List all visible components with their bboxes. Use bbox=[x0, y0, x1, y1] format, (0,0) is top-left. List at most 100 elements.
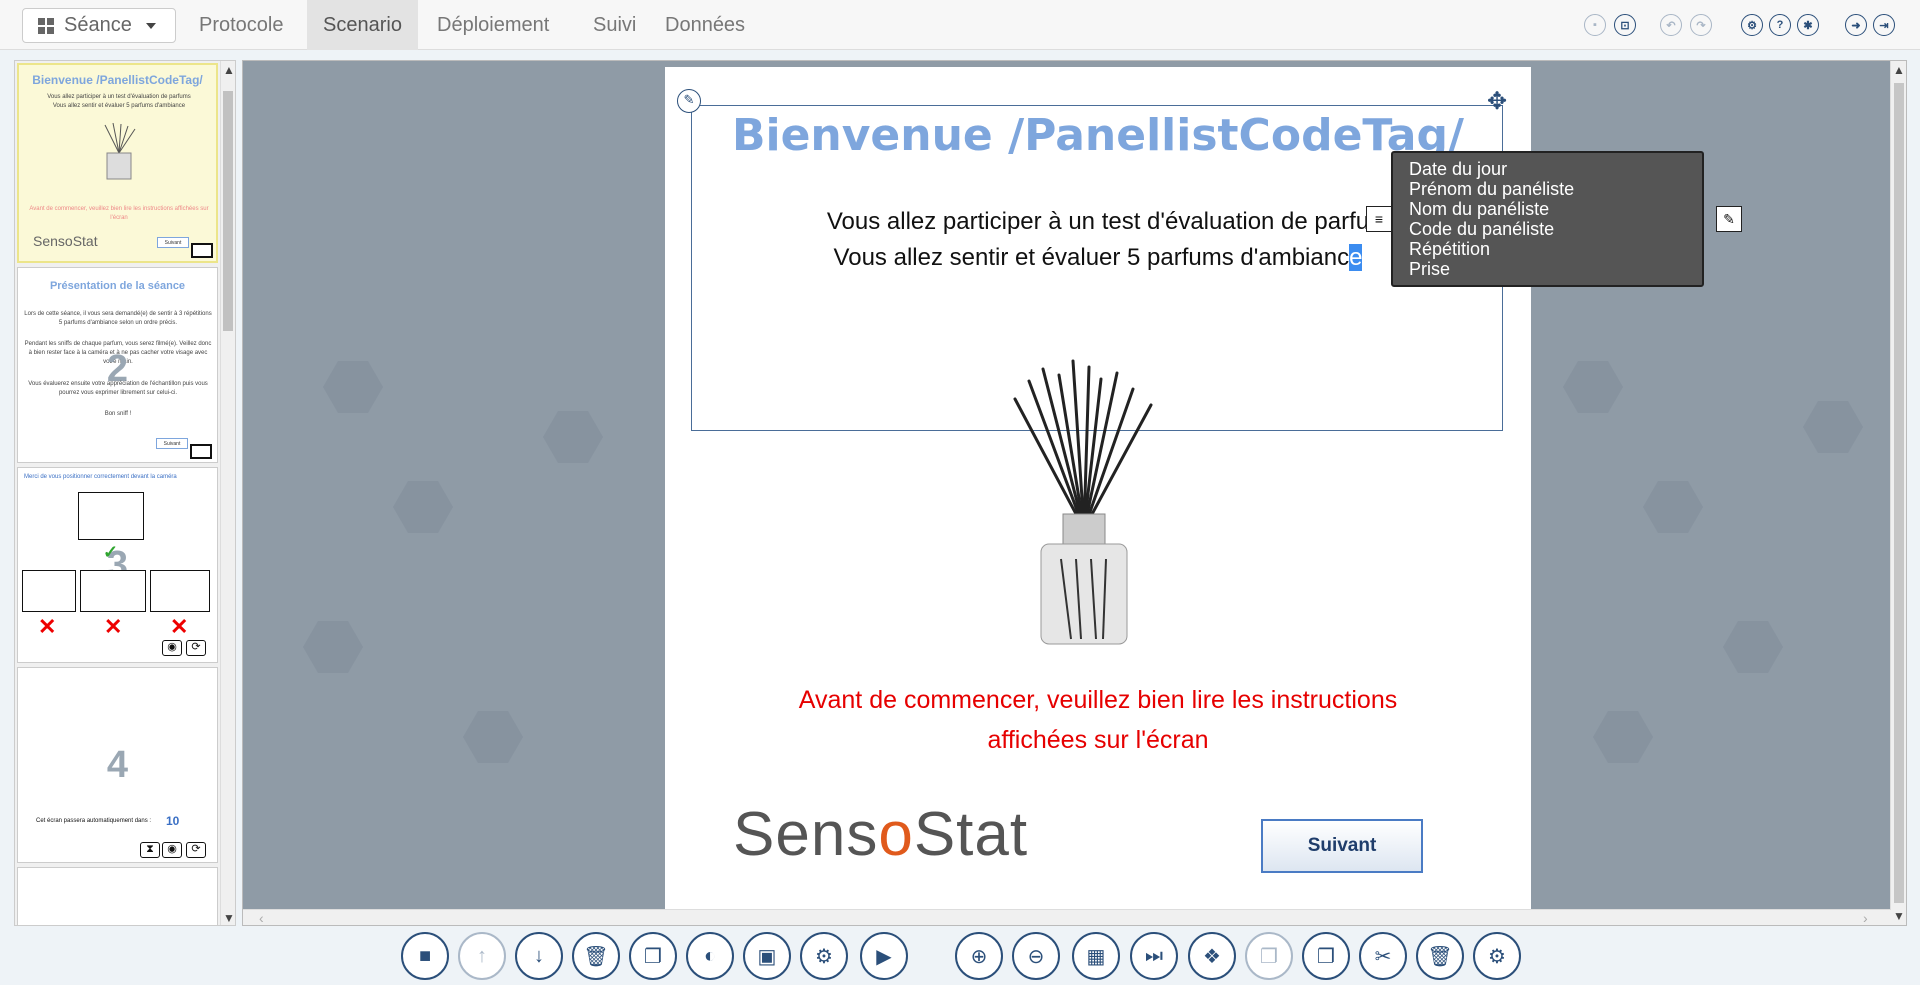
unlock-icon[interactable]: ⊡ bbox=[1614, 14, 1636, 36]
eye-icon[interactable]: ◉ bbox=[162, 842, 182, 858]
edit-icon[interactable]: ✎ bbox=[1716, 206, 1742, 232]
thumb1-title: Bienvenue /PanellistCodeTag/ bbox=[32, 73, 203, 87]
thumb1-button: Suivant bbox=[157, 237, 189, 248]
tab-protocole[interactable]: Protocole bbox=[183, 0, 300, 50]
align-icon[interactable]: ≡ bbox=[1366, 206, 1392, 232]
settings-icon[interactable]: ⚙ bbox=[1473, 932, 1521, 980]
tab-suivi[interactable]: Suivi bbox=[577, 0, 652, 50]
help-icon[interactable]: ? bbox=[1769, 14, 1791, 36]
thumb1-line1: Vous allez participer à un test d'évalua… bbox=[47, 94, 191, 100]
chevron-up-icon[interactable]: ▲ bbox=[223, 63, 235, 77]
face-correct-image bbox=[78, 492, 144, 540]
grid-icon[interactable]: ▦ bbox=[1072, 932, 1120, 980]
check-icon: ✓ bbox=[103, 542, 119, 562]
top-navbar: Séance Protocole Scenario Déploiement Su… bbox=[0, 0, 1920, 50]
edit-icon[interactable]: ✎ bbox=[677, 89, 701, 113]
chevron-up-icon[interactable]: ▲ bbox=[1893, 63, 1905, 77]
tab-deploiement[interactable]: Déploiement bbox=[421, 0, 565, 50]
thumb4-text: Cet écran passera automatiquement dans : bbox=[36, 818, 152, 824]
background-hexagon bbox=[1723, 621, 1783, 673]
stop-icon[interactable]: ■ bbox=[401, 932, 449, 980]
redo-icon[interactable]: ↷ bbox=[1690, 14, 1712, 36]
thumb4-countdown: 10 bbox=[166, 814, 180, 828]
paste-icon[interactable]: ❐ bbox=[1245, 932, 1293, 980]
background-hexagon bbox=[323, 361, 383, 413]
palette-icon[interactable]: ◐ bbox=[686, 932, 734, 980]
thumb2-button: Suivant bbox=[156, 438, 188, 449]
tab-scenario[interactable]: Scenario bbox=[307, 0, 418, 50]
eye-icon[interactable]: ◉ bbox=[162, 640, 182, 656]
chevron-down-icon bbox=[145, 22, 156, 29]
chevron-down-icon[interactable]: ▼ bbox=[1893, 909, 1905, 923]
thumb1-logo: SensoStat bbox=[33, 233, 98, 249]
slide-text-line2[interactable]: Vous allez sentir et évaluer 5 parfums d… bbox=[692, 244, 1504, 272]
image-icon[interactable]: ▣ bbox=[743, 932, 791, 980]
background-hexagon bbox=[1643, 481, 1703, 533]
menu-item-lastname[interactable]: Nom du panéliste bbox=[1409, 199, 1702, 219]
hourglass-icon[interactable]: ⧗ bbox=[140, 842, 160, 858]
menu-item-prise[interactable]: Prise bbox=[1409, 259, 1702, 279]
canvas-vertical-scrollbar[interactable]: ▲ ▼ bbox=[1890, 61, 1906, 925]
copy-icon[interactable]: ❐ bbox=[1302, 932, 1350, 980]
background-hexagon bbox=[543, 411, 603, 463]
undo-icon[interactable]: ↶ bbox=[1660, 14, 1682, 36]
bug-icon[interactable]: ✱ bbox=[1797, 14, 1819, 36]
arrow-down-icon[interactable]: ↓ bbox=[515, 932, 563, 980]
export-icon[interactable]: ➜ bbox=[1845, 14, 1867, 36]
settings-share-icon[interactable]: ⚙ bbox=[1741, 14, 1763, 36]
cubes-icon[interactable]: ❖ bbox=[1188, 932, 1236, 980]
play-icon[interactable]: ▶ bbox=[860, 932, 908, 980]
settings-icon[interactable]: ⚙ bbox=[800, 932, 848, 980]
arrow-up-icon[interactable]: ↑ bbox=[458, 932, 506, 980]
thumb2-title: Présentation de la séance bbox=[49, 280, 186, 292]
step-forward-icon[interactable]: ⏭ bbox=[1130, 932, 1178, 980]
chevron-down-icon[interactable]: ▼ bbox=[223, 911, 235, 925]
background-hexagon bbox=[1593, 711, 1653, 763]
scroll-thumb[interactable] bbox=[1894, 83, 1904, 903]
warning-line2: affichées sur l'écran bbox=[987, 726, 1209, 754]
next-button[interactable]: Suivant bbox=[1261, 819, 1423, 873]
slide-title[interactable]: Bienvenue /PanellistCodeTag/ bbox=[692, 110, 1504, 161]
screen-size-icon bbox=[191, 243, 213, 258]
slide-thumbnail-panel: Bienvenue /PanellistCodeTag/ Vous allez … bbox=[14, 60, 236, 926]
cross-icon: ✕ bbox=[38, 614, 57, 639]
chevron-right-icon[interactable]: › bbox=[1863, 910, 1868, 925]
scroll-thumb[interactable] bbox=[223, 91, 233, 331]
logout-icon[interactable]: ⇥ bbox=[1873, 14, 1895, 36]
variable-insert-menu: Date du jour Prénom du panéliste Nom du … bbox=[1391, 151, 1704, 287]
tab-donnees[interactable]: Données bbox=[649, 0, 761, 50]
thumb4-number: 4 bbox=[106, 744, 129, 786]
slide-thumbnail-3[interactable]: Merci de vous positionner correctement d… bbox=[17, 467, 218, 663]
trash-icon[interactable]: 🗑 bbox=[1416, 932, 1464, 980]
zoom-out-icon[interactable]: ⊖ bbox=[1012, 932, 1060, 980]
trash-icon[interactable]: 🗑 bbox=[572, 932, 620, 980]
thumbnail-scrollbar[interactable]: ▲ ▼ bbox=[220, 61, 235, 925]
slide-thumbnail-2[interactable]: Présentation de la séance Lors de cette … bbox=[17, 267, 218, 463]
refresh-icon[interactable]: ⟳ bbox=[186, 842, 206, 858]
slide-thumbnail-5[interactable] bbox=[17, 867, 218, 925]
cross-icon: ✕ bbox=[170, 614, 189, 639]
menu-item-date[interactable]: Date du jour bbox=[1409, 159, 1702, 179]
sensostat-logo: SensoStat bbox=[733, 800, 1029, 869]
chevron-left-icon[interactable]: ‹ bbox=[259, 910, 264, 925]
background-hexagon bbox=[463, 711, 523, 763]
diffuser-image[interactable] bbox=[1001, 359, 1167, 659]
thumb2-p3: Vous évaluerez ensuite votre appréciatio… bbox=[28, 381, 208, 396]
menu-item-repetition[interactable]: Répétition bbox=[1409, 239, 1702, 259]
seance-dropdown[interactable]: Séance bbox=[22, 8, 176, 43]
seance-label: Séance bbox=[64, 14, 132, 36]
copy-icon[interactable]: ❐ bbox=[629, 932, 677, 980]
thumb1-red-text: Avant de commencer, veuillez bien lire l… bbox=[29, 206, 209, 221]
menu-item-firstname[interactable]: Prénom du panéliste bbox=[1409, 179, 1702, 199]
move-icon[interactable]: ✥ bbox=[1487, 87, 1507, 116]
slide-thumbnail-1[interactable]: Bienvenue /PanellistCodeTag/ Vous allez … bbox=[17, 63, 218, 263]
face-wrong-image bbox=[150, 570, 210, 612]
slide-thumbnail-4[interactable]: 4 Cet écran passera automatiquement dans… bbox=[17, 667, 218, 863]
save-icon[interactable]: ▪ bbox=[1584, 14, 1606, 36]
menu-item-code[interactable]: Code du panéliste bbox=[1409, 219, 1702, 239]
thumb3-title: Merci de vous positionner correctement d… bbox=[24, 474, 177, 480]
canvas-horizontal-scrollbar[interactable]: ‹ › bbox=[243, 909, 1891, 925]
zoom-in-icon[interactable]: ⊕ bbox=[955, 932, 1003, 980]
refresh-icon[interactable]: ⟳ bbox=[186, 640, 206, 656]
cut-icon[interactable]: ✂ bbox=[1359, 932, 1407, 980]
